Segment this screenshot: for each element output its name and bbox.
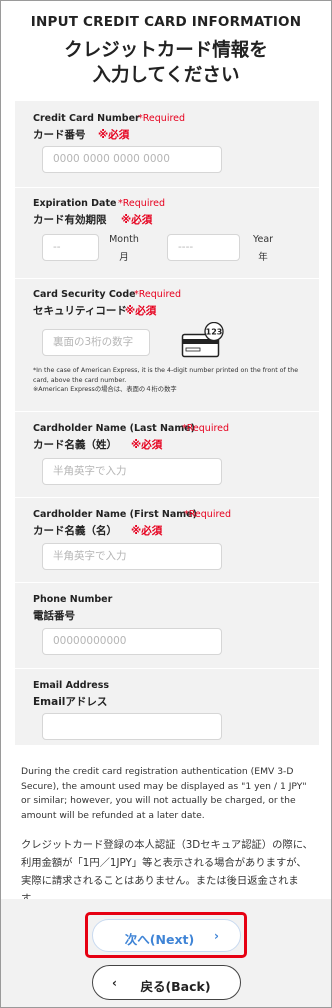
phone-label-ja: 電話番号 <box>33 610 75 622</box>
month-label-en: Month <box>109 234 139 245</box>
last-name-input[interactable]: 半角英字で入力 <box>42 458 222 485</box>
page-title-ja-line1: クレジットカード情報を <box>64 40 268 61</box>
last-name-required-en: *Required <box>182 423 230 434</box>
expiration-required-en: *Required <box>118 198 166 209</box>
security-code-required-ja: ※必須 <box>125 305 157 317</box>
card-back-icon: 123 <box>181 322 224 358</box>
section-divider <box>15 497 319 498</box>
phone-label-en: Phone Number <box>33 594 113 605</box>
page-title-ja-line2: 入力してください <box>92 65 240 86</box>
page-title-ja: クレジットカード情報を 入力してください <box>1 38 331 88</box>
section-divider <box>15 582 319 583</box>
card-number-input[interactable]: 0000 0000 0000 0000 <box>42 146 222 173</box>
security-code-label-en: Card Security Code <box>33 289 136 300</box>
expiration-year-select[interactable]: ---- <box>167 234 240 261</box>
first-name-required-ja: ※必須 <box>131 525 163 537</box>
section-divider <box>15 187 319 188</box>
section-divider <box>15 278 319 279</box>
chevron-right-icon: › <box>214 929 219 943</box>
security-code-required-en: *Required <box>134 289 182 300</box>
month-label-ja: 月 <box>119 252 129 263</box>
first-name-label-ja: カード名義（名） <box>33 525 117 537</box>
year-label-en: Year <box>252 234 274 245</box>
security-code-note-ja: ※American Expressの場合は、表面の４桁の数字 <box>33 386 177 393</box>
last-name-label-ja: カード名義（姓） <box>33 439 117 451</box>
expiration-required-ja: ※必須 <box>121 214 153 226</box>
card-number-required-en: *Required <box>138 113 186 124</box>
section-divider <box>15 411 319 412</box>
last-name-label-en: Cardholder Name (Last Name) <box>33 423 196 434</box>
page-title-en: INPUT CREDIT CARD INFORMATION <box>30 14 302 30</box>
next-button[interactable]: 次へ(Next) › <box>92 919 241 952</box>
email-label-en: Email Address <box>33 680 110 691</box>
last-name-required-ja: ※必須 <box>131 439 163 451</box>
back-button-label: 戻る(Back) <box>140 979 211 994</box>
authentication-notice-en: During the credit card registration auth… <box>21 766 307 821</box>
expiration-label-en: Expiration Date <box>33 198 117 209</box>
back-button[interactable]: ‹ 戻る(Back) <box>92 965 241 1000</box>
phone-input[interactable]: 00000000000 <box>42 628 222 655</box>
security-code-note-en-2: card, above the card number. <box>33 376 127 384</box>
expiration-month-select[interactable]: -- <box>42 234 99 261</box>
security-code-note-en-1: *In the case of American Express, it is … <box>33 367 299 374</box>
first-name-input[interactable]: 半角英字で入力 <box>42 543 222 570</box>
authentication-notice-ja: クレジットカード登録の本人認証（3Dセキュア認証）の際に、利用金額が「1円／1J… <box>21 839 313 905</box>
security-code-input[interactable]: 裏面の3桁の数字 <box>42 329 150 356</box>
credit-card-form-page: INPUT CREDIT CARD INFORMATION クレジットカード情報… <box>0 0 332 1008</box>
card-number-required-ja: ※必須 <box>98 129 130 141</box>
first-name-label-en: Cardholder Name (First Name) <box>33 509 197 520</box>
card-icon-number: 123 <box>206 328 223 337</box>
year-label-ja: 年 <box>258 252 268 263</box>
email-input[interactable] <box>42 713 222 740</box>
email-label-ja: Emailアドレス <box>33 696 108 708</box>
expiration-label-ja: カード有効期限 <box>33 214 107 226</box>
card-number-label-ja: カード番号 <box>33 129 86 141</box>
security-code-note: *In the case of American Express, it is … <box>33 366 308 395</box>
first-name-required-en: *Required <box>184 509 232 520</box>
section-divider <box>15 668 319 669</box>
security-code-label-ja: セキュリティコード <box>33 305 127 317</box>
card-number-label-en: Credit Card Number <box>33 113 140 124</box>
